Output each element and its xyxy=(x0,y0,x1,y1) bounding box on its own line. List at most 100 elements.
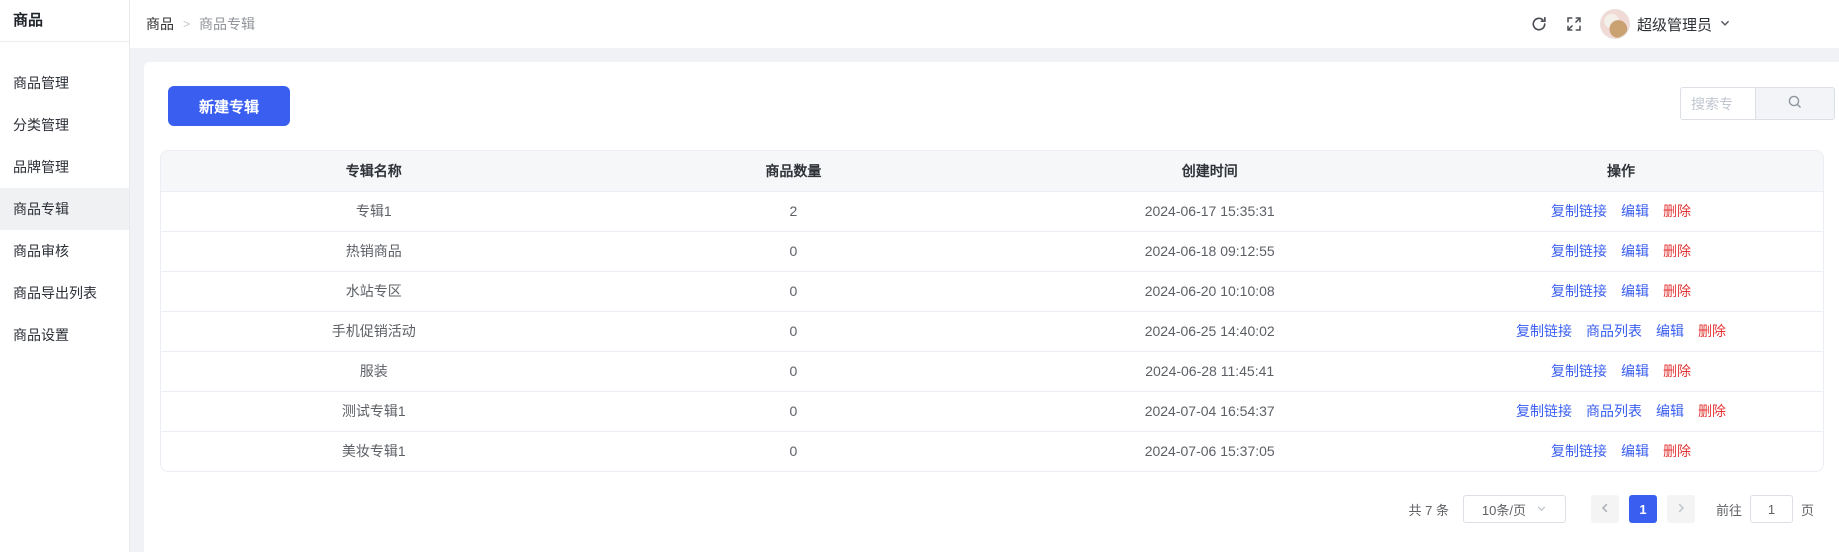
product-count: 2 xyxy=(586,191,1000,231)
column-header: 操作 xyxy=(1419,151,1823,191)
table-header: 专辑名称商品数量创建时间操作 xyxy=(161,151,1823,191)
action-link[interactable]: 删除 xyxy=(1663,443,1691,459)
created-time: 2024-06-18 09:12:55 xyxy=(1000,231,1419,271)
table-row: 手机促销活动02024-06-25 14:40:02复制链接商品列表编辑删除 xyxy=(161,311,1823,351)
pagination-total: 共 7 条 xyxy=(1409,500,1449,519)
goto-label: 前往 xyxy=(1716,500,1742,519)
action-link[interactable]: 删除 xyxy=(1663,243,1691,259)
sidebar-item[interactable]: 商品设置 xyxy=(0,314,129,356)
breadcrumb-separator: > xyxy=(183,17,190,31)
created-time: 2024-07-04 16:54:37 xyxy=(1000,391,1419,431)
action-link[interactable]: 复制链接 xyxy=(1516,323,1572,339)
next-page-button[interactable] xyxy=(1667,495,1695,523)
create-album-button[interactable]: 新建专辑 xyxy=(168,86,290,126)
table-row: 测试专辑102024-07-04 16:54:37复制链接商品列表编辑删除 xyxy=(161,391,1823,431)
created-time: 2024-06-17 15:35:31 xyxy=(1000,191,1419,231)
breadcrumb-item[interactable]: 商品 xyxy=(146,14,174,34)
action-link[interactable]: 复制链接 xyxy=(1551,243,1607,259)
table-row: 服装02024-06-28 11:45:41复制链接编辑删除 xyxy=(161,351,1823,391)
action-link[interactable]: 编辑 xyxy=(1656,403,1684,419)
table-body: 专辑122024-06-17 15:35:31复制链接编辑删除热销商品02024… xyxy=(161,191,1823,471)
action-link[interactable]: 复制链接 xyxy=(1551,363,1607,379)
row-actions: 复制链接编辑删除 xyxy=(1419,271,1823,311)
sidebar-item-active[interactable]: 商品专辑 xyxy=(0,188,129,230)
content-card: 新建专辑 专辑名称商品数量创建时间操作 专辑1220 xyxy=(144,62,1839,552)
sidebar-menu: 商品管理分类管理品牌管理商品专辑商品审核商品导出列表商品设置 xyxy=(0,42,129,356)
breadcrumb-item-current: 商品专辑 xyxy=(199,14,255,34)
row-actions: 复制链接编辑删除 xyxy=(1419,231,1823,271)
album-name: 手机促销活动 xyxy=(161,311,586,351)
page-size-value: 10条/页 xyxy=(1482,500,1526,519)
user-name: 超级管理员 xyxy=(1637,14,1712,35)
page-size-select[interactable]: 10条/页 xyxy=(1463,495,1566,523)
action-link[interactable]: 商品列表 xyxy=(1586,403,1642,419)
product-count: 0 xyxy=(586,351,1000,391)
created-time: 2024-07-06 15:37:05 xyxy=(1000,431,1419,471)
column-header: 商品数量 xyxy=(586,151,1000,191)
search-group xyxy=(1680,87,1835,120)
pagination: 共 7 条 10条/页 1 xyxy=(160,495,1824,523)
action-link[interactable]: 复制链接 xyxy=(1551,443,1607,459)
action-link[interactable]: 删除 xyxy=(1663,283,1691,299)
action-link[interactable]: 删除 xyxy=(1698,403,1726,419)
search-button[interactable] xyxy=(1755,87,1835,120)
goto-page: 前往 页 xyxy=(1716,495,1814,523)
action-link[interactable]: 编辑 xyxy=(1656,323,1684,339)
action-link[interactable]: 删除 xyxy=(1663,363,1691,379)
action-link[interactable]: 编辑 xyxy=(1621,443,1649,459)
table-row: 专辑122024-06-17 15:35:31复制链接编辑删除 xyxy=(161,191,1823,231)
main-area: 商品 > 商品专辑 超级管理员 xyxy=(130,0,1839,552)
fullscreen-icon[interactable] xyxy=(1565,15,1583,33)
created-time: 2024-06-25 14:40:02 xyxy=(1000,311,1419,351)
album-name: 测试专辑1 xyxy=(161,391,586,431)
created-time: 2024-06-28 11:45:41 xyxy=(1000,351,1419,391)
album-name: 热销商品 xyxy=(161,231,586,271)
chevron-down-icon xyxy=(1536,502,1547,517)
row-actions: 复制链接编辑删除 xyxy=(1419,191,1823,231)
sidebar-item[interactable]: 商品审核 xyxy=(0,230,129,272)
row-actions: 复制链接商品列表编辑删除 xyxy=(1419,311,1823,351)
table-row: 水站专区02024-06-20 10:10:08复制链接编辑删除 xyxy=(161,271,1823,311)
album-name: 专辑1 xyxy=(161,191,586,231)
sidebar-item[interactable]: 商品管理 xyxy=(0,62,129,104)
product-count: 0 xyxy=(586,271,1000,311)
table-header-row: 专辑名称商品数量创建时间操作 xyxy=(161,151,1823,191)
chevron-left-icon xyxy=(1599,502,1611,517)
album-name: 服装 xyxy=(161,351,586,391)
search-input[interactable] xyxy=(1680,87,1755,120)
product-count: 0 xyxy=(586,231,1000,271)
refresh-icon[interactable] xyxy=(1530,15,1548,33)
album-table: 专辑名称商品数量创建时间操作 专辑122024-06-17 15:35:31复制… xyxy=(160,150,1824,472)
sidebar-item[interactable]: 商品导出列表 xyxy=(0,272,129,314)
table-row: 热销商品02024-06-18 09:12:55复制链接编辑删除 xyxy=(161,231,1823,271)
prev-page-button[interactable] xyxy=(1591,495,1619,523)
table-row: 美妆专辑102024-07-06 15:37:05复制链接编辑删除 xyxy=(161,431,1823,471)
action-link[interactable]: 编辑 xyxy=(1621,283,1649,299)
action-link[interactable]: 复制链接 xyxy=(1551,203,1607,219)
topbar: 商品 > 商品专辑 超级管理员 xyxy=(130,0,1839,48)
user-menu[interactable]: 超级管理员 xyxy=(1600,9,1731,39)
sidebar-item[interactable]: 品牌管理 xyxy=(0,146,129,188)
sidebar: 商品 商品管理分类管理品牌管理商品专辑商品审核商品导出列表商品设置 xyxy=(0,0,130,552)
action-link[interactable]: 复制链接 xyxy=(1551,283,1607,299)
action-link[interactable]: 删除 xyxy=(1663,203,1691,219)
action-link[interactable]: 删除 xyxy=(1698,323,1726,339)
goto-page-input[interactable] xyxy=(1750,495,1793,523)
goto-suffix: 页 xyxy=(1801,500,1814,519)
breadcrumb: 商品 > 商品专辑 xyxy=(146,14,255,34)
sidebar-title: 商品 xyxy=(0,0,129,42)
action-link[interactable]: 编辑 xyxy=(1621,243,1649,259)
album-name: 美妆专辑1 xyxy=(161,431,586,471)
column-header: 专辑名称 xyxy=(161,151,586,191)
created-time: 2024-06-20 10:10:08 xyxy=(1000,271,1419,311)
sidebar-item[interactable]: 分类管理 xyxy=(0,104,129,146)
action-link[interactable]: 编辑 xyxy=(1621,203,1649,219)
row-actions: 复制链接编辑删除 xyxy=(1419,431,1823,471)
action-link[interactable]: 商品列表 xyxy=(1586,323,1642,339)
action-link[interactable]: 复制链接 xyxy=(1516,403,1572,419)
album-name: 水站专区 xyxy=(161,271,586,311)
page-number-button[interactable]: 1 xyxy=(1629,495,1657,523)
action-link[interactable]: 编辑 xyxy=(1621,363,1649,379)
product-count: 0 xyxy=(586,431,1000,471)
row-actions: 复制链接编辑删除 xyxy=(1419,351,1823,391)
